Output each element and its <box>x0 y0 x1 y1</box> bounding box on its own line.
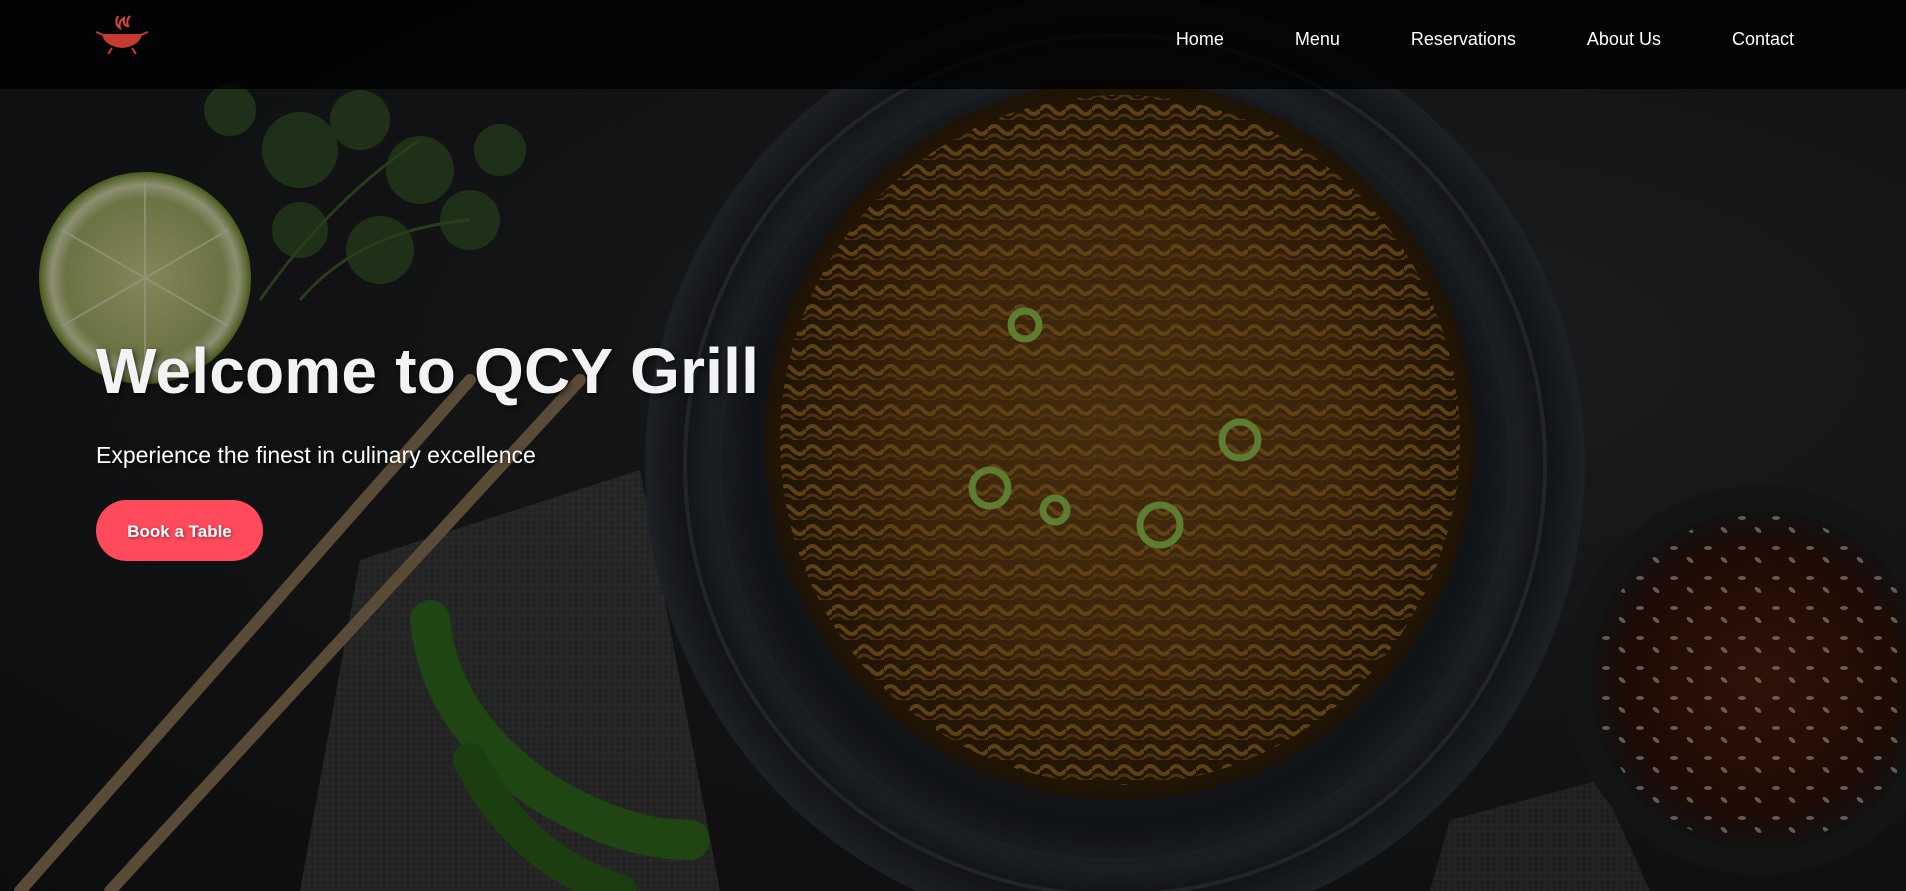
grill-flame-logo-icon[interactable] <box>94 12 150 54</box>
hero-content: Welcome to QCY Grill Experience the fine… <box>96 330 759 561</box>
nav-menu: Home Menu Reservations About Us Contact <box>1105 0 1794 78</box>
nav-link-contact[interactable]: Contact <box>1732 29 1794 50</box>
nav-link-home[interactable]: Home <box>1176 29 1224 50</box>
book-a-table-button[interactable]: Book a Table <box>96 500 263 561</box>
hero-title: Welcome to QCY Grill <box>96 335 760 407</box>
top-navbar: Home Menu Reservations About Us Contact <box>0 0 1906 89</box>
hero-section: Home Menu Reservations About Us Contact … <box>0 0 1906 891</box>
nav-link-about-us[interactable]: About Us <box>1587 29 1661 50</box>
nav-link-menu[interactable]: Menu <box>1295 29 1340 50</box>
nav-link-reservations[interactable]: Reservations <box>1411 29 1516 50</box>
hero-subtitle: Experience the finest in culinary excell… <box>96 442 536 468</box>
